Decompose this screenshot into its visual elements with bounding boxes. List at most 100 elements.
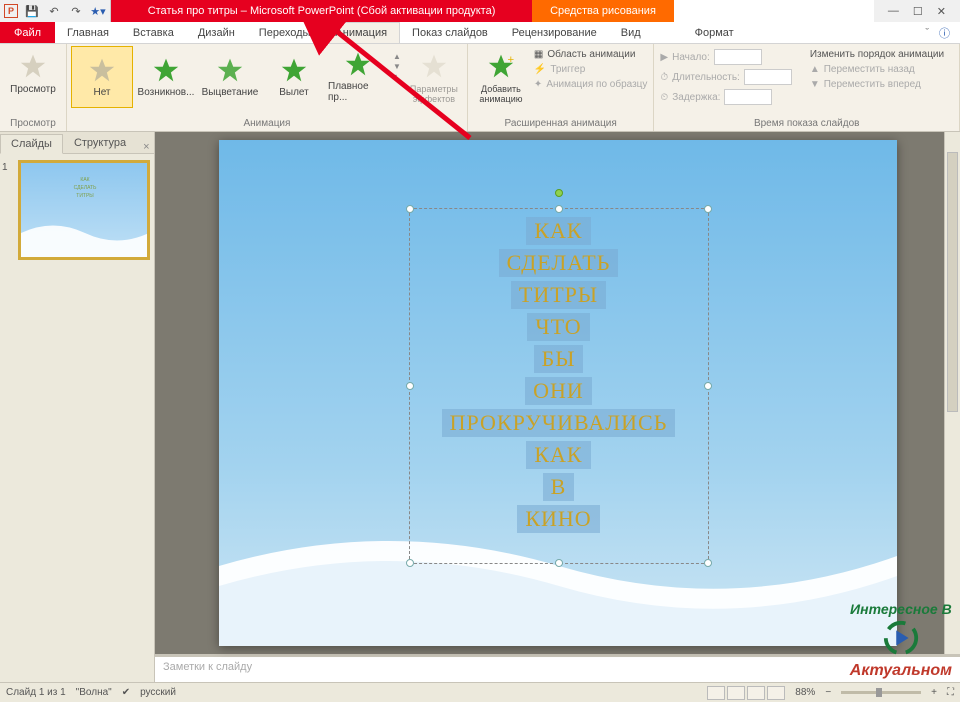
title-bar: P 💾 ↶ ↷ ★▾ Статья про титры – Microsoft … (0, 0, 960, 22)
help-icon[interactable]: ⓘ (939, 25, 950, 41)
anim-none[interactable]: Нет (71, 46, 133, 108)
slides-panel: Слайды Структура × 1 КАКСДЕЛАТЬТИТРЫ (0, 132, 155, 682)
resize-handle-se[interactable] (704, 559, 712, 567)
notes-pane[interactable]: Заметки к слайду (155, 654, 960, 682)
powerpoint-icon: P (4, 4, 18, 18)
resize-handle-sw[interactable] (406, 559, 414, 567)
selected-textbox[interactable]: КАК СДЕЛАТЬ ТИТРЫ ЧТО БЫ ОНИ ПРОКРУЧИВАЛ… (409, 208, 709, 564)
slide-canvas[interactable]: КАК СДЕЛАТЬ ТИТРЫ ЧТО БЫ ОНИ ПРОКРУЧИВАЛ… (219, 140, 897, 646)
ribbon: Просмотр Просмотр Нет Возникнов... Выцве… (0, 44, 960, 132)
thumb-preview: КАКСДЕЛАТЬТИТРЫ (21, 163, 148, 258)
window-controls: — ☐ ✕ (874, 0, 960, 22)
duration-icon: ⏱ (660, 72, 668, 83)
title-word: ТИТРЫ (511, 281, 606, 309)
add-animation-button[interactable]: + Добавить анимацию (472, 46, 530, 104)
zoom-out-icon[interactable]: − (825, 687, 831, 698)
status-language[interactable]: русский (140, 687, 176, 698)
tab-slideshow[interactable]: Показ слайдов (400, 22, 500, 43)
anim-flyin[interactable]: Вылет (263, 46, 325, 108)
zoom-in-icon[interactable]: + (931, 687, 937, 698)
effect-options-button[interactable]: Параметры эффектов (405, 46, 463, 104)
title-word: ОНИ (525, 377, 592, 405)
preview-star-icon (17, 50, 49, 82)
zoom-level[interactable]: 88% (795, 687, 815, 698)
start-icon: ▶ (660, 52, 668, 63)
save-icon[interactable]: 💾 (24, 3, 40, 19)
minimize-icon[interactable]: — (888, 5, 899, 17)
star-none-icon (89, 57, 115, 83)
preview-button[interactable]: Просмотр (4, 46, 62, 95)
trigger-button[interactable]: ⚡Триггер (532, 63, 649, 76)
watermark-line2: Актуальном (850, 662, 952, 680)
ribbon-minimize-icon[interactable]: ˇ (925, 27, 929, 39)
tab-format[interactable]: Формат (683, 22, 746, 43)
qat-customize-icon[interactable]: ★▾ (90, 3, 106, 19)
vertical-scrollbar[interactable] (944, 132, 960, 654)
undo-icon[interactable]: ↶ (46, 3, 62, 19)
gallery-expand[interactable]: ▲▼▾ (391, 46, 403, 87)
slides-panel-tabs: Слайды Структура × (0, 132, 154, 154)
reading-view-button[interactable] (747, 686, 765, 700)
redo-icon[interactable]: ↷ (68, 3, 84, 19)
star-green-icon (281, 57, 307, 83)
move-later-button[interactable]: ▼Переместить вперед (808, 78, 946, 91)
title-word: ЧТО (527, 313, 589, 341)
anim-float[interactable]: Плавное пр... (327, 46, 389, 108)
slide-viewport[interactable]: КАК СДЕЛАТЬ ТИТРЫ ЧТО БЫ ОНИ ПРОКРУЧИВАЛ… (155, 132, 960, 654)
tab-view[interactable]: Вид (609, 22, 653, 43)
tab-file[interactable]: Файл (0, 22, 55, 43)
resize-handle-w[interactable] (406, 382, 414, 390)
status-bar: Слайд 1 из 1 "Волна" ✔ русский 88% − + ⛶ (0, 682, 960, 702)
group-animation-label: Анимация (71, 117, 463, 131)
resize-handle-e[interactable] (704, 382, 712, 390)
slideshow-view-button[interactable] (767, 686, 785, 700)
group-advanced-animation: + Добавить анимацию ▦Область анимации ⚡Т… (468, 44, 654, 131)
scrollbar-thumb[interactable] (947, 152, 958, 412)
group-advanced-label: Расширенная анимация (472, 117, 649, 131)
start-input[interactable] (714, 49, 762, 65)
tab-transitions[interactable]: Переходы (247, 22, 323, 43)
rotation-handle[interactable] (555, 189, 563, 197)
watermark-line1: Интересное В (850, 601, 952, 617)
move-earlier-button[interactable]: ▲Переместить назад (808, 63, 946, 76)
maximize-icon[interactable]: ☐ (913, 5, 923, 18)
group-timing: ▶Начало: ⏱Длительность: ⏲Задержка: Измен… (654, 44, 960, 131)
resize-handle-n[interactable] (555, 205, 563, 213)
slide-thumbnail-1[interactable]: КАКСДЕЛАТЬТИТРЫ (20, 162, 148, 258)
spellcheck-icon[interactable]: ✔ (122, 687, 130, 698)
slides-tab[interactable]: Слайды (0, 134, 63, 154)
up-icon: ▲ (810, 64, 820, 75)
tab-home[interactable]: Главная (55, 22, 121, 43)
anim-fade[interactable]: Выцветание (199, 46, 261, 108)
outline-tab[interactable]: Структура (63, 133, 137, 153)
contextual-tab-header: Средства рисования (532, 0, 674, 22)
slide-thumb-number: 1 (2, 162, 8, 173)
resize-handle-s[interactable] (555, 559, 563, 567)
tab-insert[interactable]: Вставка (121, 22, 186, 43)
start-row: ▶Начало: (658, 48, 793, 66)
tab-design[interactable]: Дизайн (186, 22, 247, 43)
svg-text:СДЕЛАТЬ: СДЕЛАТЬ (74, 185, 98, 191)
animation-pane-button[interactable]: ▦Область анимации (532, 48, 649, 61)
sorter-view-button[interactable] (727, 686, 745, 700)
painter-icon: ✦ (534, 79, 542, 90)
title-word: ПРОКРУЧИВАЛИСЬ (442, 409, 676, 437)
tab-animations[interactable]: Анимация (322, 22, 400, 43)
fit-window-icon[interactable]: ⛶ (947, 687, 954, 698)
animation-painter-button[interactable]: ✦Анимация по образцу (532, 78, 649, 91)
resize-handle-nw[interactable] (406, 205, 414, 213)
panel-close-icon[interactable]: × (137, 141, 155, 153)
resize-handle-ne[interactable] (704, 205, 712, 213)
pane-icon: ▦ (534, 49, 543, 60)
add-animation-icon: + (485, 50, 517, 82)
zoom-slider[interactable] (841, 691, 921, 694)
duration-input[interactable] (744, 69, 792, 85)
preview-label: Просмотр (10, 84, 56, 95)
anim-appear[interactable]: Возникнов... (135, 46, 197, 108)
delay-input[interactable] (724, 89, 772, 105)
group-animation: Нет Возникнов... Выцветание Вылет Плавно… (67, 44, 468, 131)
normal-view-button[interactable] (707, 686, 725, 700)
title-word: КАК (526, 441, 590, 469)
tab-review[interactable]: Рецензирование (500, 22, 609, 43)
close-icon[interactable]: ✕ (937, 5, 946, 18)
